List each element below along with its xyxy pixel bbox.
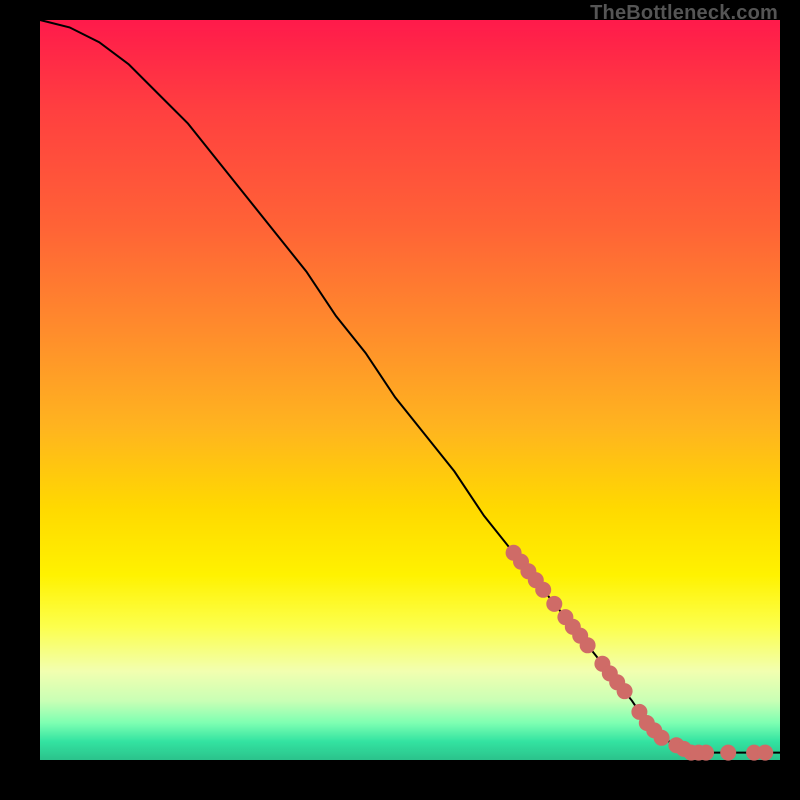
marker-point [654, 730, 670, 746]
marker-point [535, 582, 551, 598]
plot-area [40, 20, 780, 760]
marker-point [546, 596, 562, 612]
chart-svg [40, 20, 780, 760]
marker-point [698, 745, 714, 761]
marker-point [720, 745, 736, 761]
highlighted-points [506, 545, 774, 761]
marker-point [580, 637, 596, 653]
marker-point [757, 745, 773, 761]
bottleneck-curve [40, 20, 780, 753]
chart-frame: TheBottleneck.com [0, 0, 800, 800]
marker-point [617, 683, 633, 699]
